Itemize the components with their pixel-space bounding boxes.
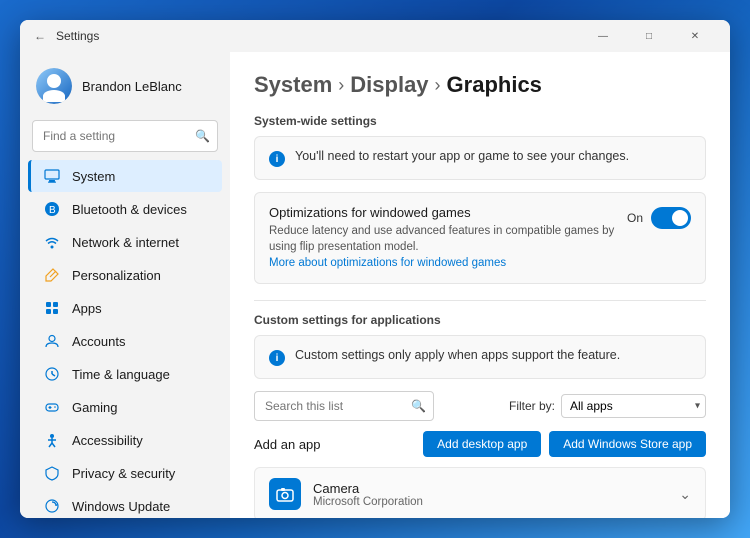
sidebar-item-system-label: System — [72, 169, 115, 184]
toggle-title: Optimizations for windowed games — [269, 205, 627, 220]
wifi-icon — [44, 234, 60, 250]
add-app-buttons: Add desktop app Add Windows Store app — [423, 431, 706, 457]
person-icon — [44, 333, 60, 349]
sidebar: Brandon LeBlanc 🔍 System B — [20, 52, 230, 518]
user-name: Brandon LeBlanc — [82, 79, 182, 94]
filter-select[interactable]: All apps Desktop apps Windows Store apps — [561, 394, 706, 418]
sidebar-item-accessibility[interactable]: Accessibility — [28, 424, 222, 456]
accessibility-icon — [44, 432, 60, 448]
app-search-icon: 🔍 — [411, 399, 426, 413]
sidebar-item-system[interactable]: System — [28, 160, 222, 192]
sidebar-item-accessibility-label: Accessibility — [72, 433, 143, 448]
clock-icon — [44, 366, 60, 382]
app-search-box: 🔍 — [254, 391, 434, 421]
sidebar-item-bluetooth-label: Bluetooth & devices — [72, 202, 187, 217]
breadcrumb-graphics: Graphics — [447, 72, 542, 98]
filter-row: Filter by: All apps Desktop apps Windows… — [509, 394, 706, 418]
monitor-icon — [44, 168, 60, 184]
shield-icon — [44, 465, 60, 481]
sidebar-item-personalization-label: Personalization — [72, 268, 161, 283]
camera-app-info: Camera Microsoft Corporation — [313, 481, 679, 508]
camera-app-icon — [269, 478, 301, 510]
content-area: Brandon LeBlanc 🔍 System B — [20, 52, 730, 518]
gamepad-icon — [44, 399, 60, 415]
sidebar-item-apps[interactable]: Apps — [28, 292, 222, 324]
nav-list: System B Bluetooth & devices Network & i… — [20, 160, 230, 518]
system-wide-label: System-wide settings — [254, 114, 706, 128]
toggle-right: On — [627, 207, 691, 229]
titlebar: ← Settings — □ ✕ — [20, 20, 730, 52]
sidebar-item-bluetooth[interactable]: B Bluetooth & devices — [28, 193, 222, 225]
minimize-button[interactable]: — — [580, 20, 626, 52]
sidebar-item-apps-label: Apps — [72, 301, 102, 316]
sidebar-item-time[interactable]: Time & language — [28, 358, 222, 390]
update-icon — [44, 498, 60, 514]
search-box: 🔍 — [32, 120, 218, 152]
filter-label: Filter by: — [509, 399, 555, 413]
filter-select-wrapper: All apps Desktop apps Windows Store apps — [561, 394, 706, 418]
maximize-button[interactable]: □ — [626, 20, 672, 52]
toggle-text-block: Optimizations for windowed games Reduce … — [269, 205, 627, 271]
search-icon: 🔍 — [195, 129, 210, 143]
window-title: Settings — [56, 29, 580, 43]
search-input[interactable] — [32, 120, 218, 152]
breadcrumb-system[interactable]: System — [254, 72, 332, 98]
app-search-row: 🔍 Filter by: All apps Desktop apps Windo… — [254, 391, 706, 421]
custom-info-text: Custom settings only apply when apps sup… — [295, 348, 620, 362]
camera-chevron-icon: ⌄ — [679, 486, 691, 503]
apps-icon — [44, 300, 60, 316]
app-search-input[interactable] — [254, 391, 434, 421]
add-windows-store-button[interactable]: Add Windows Store app — [549, 431, 706, 457]
sidebar-item-update[interactable]: Windows Update — [28, 490, 222, 518]
windowed-games-card: Optimizations for windowed games Reduce … — [254, 192, 706, 284]
info-icon: i — [269, 151, 285, 167]
breadcrumb: System › Display › Graphics — [254, 72, 706, 98]
add-desktop-app-button[interactable]: Add desktop app — [423, 431, 541, 457]
toggle-desc: Reduce latency and use advanced features… — [269, 223, 627, 271]
avatar — [36, 68, 72, 104]
sidebar-item-gaming-label: Gaming — [72, 400, 118, 415]
sidebar-item-accounts-label: Accounts — [72, 334, 125, 349]
toggle-link[interactable]: More about optimizations for windowed ga… — [269, 257, 506, 269]
camera-app-publisher: Microsoft Corporation — [313, 496, 679, 508]
back-button[interactable]: ← — [32, 28, 48, 44]
sidebar-item-accounts[interactable]: Accounts — [28, 325, 222, 357]
add-app-label: Add an app — [254, 437, 321, 452]
add-app-row: Add an app Add desktop app Add Windows S… — [254, 431, 706, 457]
sidebar-item-network[interactable]: Network & internet — [28, 226, 222, 258]
restart-info-text: You'll need to restart your app or game … — [295, 149, 629, 163]
sidebar-item-personalization[interactable]: Personalization — [28, 259, 222, 291]
main-content: System › Display › Graphics System-wide … — [230, 52, 730, 518]
settings-window: ← Settings — □ ✕ Brandon LeBlanc 🔍 — [20, 20, 730, 518]
custom-section-label: Custom settings for applications — [254, 313, 706, 327]
bluetooth-icon: B — [44, 201, 60, 217]
app-item-camera[interactable]: Camera Microsoft Corporation ⌄ — [254, 467, 706, 518]
app-list: Camera Microsoft Corporation ⌄ Microsoft… — [254, 467, 706, 518]
window-controls: — □ ✕ — [580, 20, 718, 52]
camera-app-name: Camera — [313, 481, 679, 496]
breadcrumb-sep-1: › — [338, 75, 344, 96]
restart-info-card: i You'll need to restart your app or gam… — [254, 136, 706, 180]
sidebar-item-gaming[interactable]: Gaming — [28, 391, 222, 423]
sidebar-item-network-label: Network & internet — [72, 235, 179, 250]
user-profile[interactable]: Brandon LeBlanc — [20, 60, 230, 112]
svg-text:B: B — [49, 205, 56, 216]
sidebar-item-update-label: Windows Update — [72, 499, 170, 514]
breadcrumb-display[interactable]: Display — [350, 72, 428, 98]
custom-info-card: i Custom settings only apply when apps s… — [254, 335, 706, 379]
sidebar-item-privacy-label: Privacy & security — [72, 466, 175, 481]
custom-info-icon: i — [269, 350, 285, 366]
brush-icon — [44, 267, 60, 283]
sidebar-item-privacy[interactable]: Privacy & security — [28, 457, 222, 489]
breadcrumb-sep-2: › — [435, 75, 441, 96]
toggle-switch[interactable] — [651, 207, 691, 229]
sidebar-item-time-label: Time & language — [72, 367, 170, 382]
divider — [254, 300, 706, 301]
toggle-state-label: On — [627, 211, 643, 225]
close-button[interactable]: ✕ — [672, 20, 718, 52]
